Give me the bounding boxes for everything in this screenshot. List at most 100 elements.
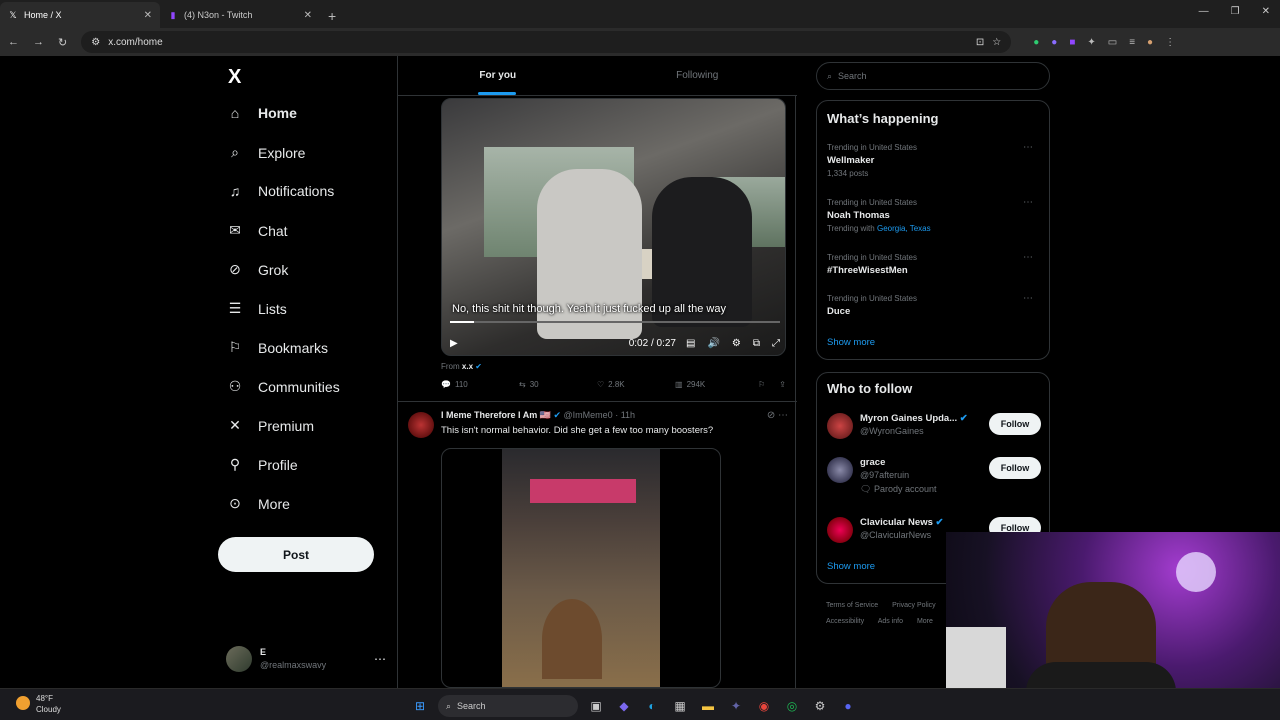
share-icon[interactable]: ⇪: [779, 380, 786, 389]
bookmark-icon[interactable]: ⚐: [758, 380, 765, 389]
account-switcher[interactable]: E @realmaxswavy ⋯: [226, 644, 386, 674]
nav-grok[interactable]: ⊘ Grok: [226, 261, 288, 278]
search-input[interactable]: ⌕ Search: [816, 62, 1050, 90]
nav-profile[interactable]: ⚲ Profile: [226, 456, 298, 473]
taskbar-search[interactable]: ⌕ Search: [438, 695, 578, 717]
star-icon[interactable]: ☆: [992, 37, 1001, 48]
site-info-icon[interactable]: ⚙: [91, 37, 100, 48]
like-count: 2.8K: [608, 380, 625, 389]
file-explorer-icon[interactable]: ▬: [698, 696, 718, 716]
volume-icon[interactable]: 🔊: [707, 338, 719, 349]
copilot-icon[interactable]: ◆: [614, 696, 634, 716]
steam-icon[interactable]: ⚙: [810, 696, 830, 716]
browser-tab-twitch[interactable]: ▮ (4) N3on - Twitch ✕: [160, 2, 320, 28]
close-window-icon[interactable]: ✕: [1262, 6, 1270, 17]
repost-button[interactable]: ⇆ 30: [519, 380, 597, 389]
install-icon[interactable]: ⊡: [976, 37, 984, 48]
weather-widget[interactable]: 48°F Cloudy: [16, 693, 61, 715]
follow-suggestion[interactable]: Myron Gaines Upda... ✔ @WyronGaines Foll…: [827, 413, 1041, 447]
more-circle-icon: ⊙: [229, 495, 241, 511]
spotify-icon[interactable]: ◎: [782, 696, 802, 716]
footer-link[interactable]: Terms of Service: [826, 602, 878, 609]
more-dots-icon[interactable]: ⋯: [1023, 196, 1033, 209]
follow-suggestion[interactable]: grace @97afteruin 🗨 Parody account Follo…: [827, 457, 1041, 497]
tab-for-you[interactable]: For you: [398, 56, 598, 95]
play-icon[interactable]: ▶: [450, 338, 458, 349]
profile-avatar-icon[interactable]: ●: [1147, 37, 1153, 48]
source-name[interactable]: x.x: [462, 362, 473, 371]
chrome-icon[interactable]: ◉: [754, 696, 774, 716]
new-tab-icon[interactable]: +: [320, 8, 344, 28]
edge-icon[interactable]: ◐: [642, 696, 662, 716]
post-time[interactable]: 11h: [621, 410, 635, 420]
footer-link[interactable]: More: [917, 618, 933, 625]
show-more-link[interactable]: Show more: [827, 337, 875, 348]
trend-with-link[interactable]: Georgia, Texas: [877, 224, 931, 233]
nav-chat[interactable]: ✉ Chat: [226, 222, 287, 239]
follow-button[interactable]: Follow: [989, 413, 1041, 435]
more-dots-icon[interactable]: ⋯: [1023, 292, 1033, 305]
task-view-icon[interactable]: ▣: [586, 696, 606, 716]
tab-following[interactable]: Following: [598, 56, 798, 95]
restore-icon[interactable]: ❐: [1231, 6, 1240, 17]
forward-icon[interactable]: →: [33, 36, 44, 48]
nav-lists[interactable]: ☰ Lists: [226, 300, 287, 317]
more-dots-icon[interactable]: ⋯: [374, 652, 386, 666]
discord-icon[interactable]: ●: [838, 696, 858, 716]
more-dots-icon[interactable]: ⋯: [1023, 141, 1033, 154]
tweet-media[interactable]: [441, 448, 721, 688]
reply-button[interactable]: 💬 110: [441, 380, 519, 389]
grok-icon[interactable]: ⊘: [767, 410, 775, 421]
more-dots-icon[interactable]: ⋯: [778, 410, 788, 421]
extension-icon[interactable]: ■: [1069, 37, 1075, 48]
pip-icon[interactable]: ⧉: [753, 338, 760, 349]
nav-home[interactable]: ⌂ Home: [226, 105, 297, 121]
reload-icon[interactable]: ↻: [58, 36, 67, 49]
close-tab-icon[interactable]: ✕: [304, 10, 312, 21]
author-name[interactable]: I Meme Therefore I Am: [441, 410, 537, 420]
menu-icon[interactable]: ≡: [1129, 37, 1135, 48]
windows-start-icon[interactable]: ⊞: [410, 696, 430, 716]
extension-icon[interactable]: ●: [1033, 37, 1039, 48]
teams-icon[interactable]: ✦: [726, 696, 746, 716]
trend-item[interactable]: Trending in United States #ThreeWisestMe…: [827, 251, 1041, 277]
captions-icon[interactable]: ▤: [686, 338, 695, 349]
minimize-icon[interactable]: —: [1199, 6, 1209, 17]
close-tab-icon[interactable]: ✕: [144, 10, 152, 21]
footer-link[interactable]: Ads info: [878, 618, 903, 625]
sidebar-icon[interactable]: ▭: [1108, 37, 1117, 48]
footer-link[interactable]: Privacy Policy: [892, 602, 936, 609]
kebab-menu-icon[interactable]: ⋮: [1165, 37, 1175, 48]
address-bar[interactable]: ⚙ x.com/home ⊡ ☆: [81, 31, 1012, 53]
show-more-link[interactable]: Show more: [827, 561, 875, 572]
nav-communities[interactable]: ⚇ Communities: [226, 378, 340, 395]
extension-icon[interactable]: ●: [1051, 37, 1057, 48]
author-handle[interactable]: @ImMeme0: [564, 410, 613, 420]
x-logo[interactable]: X: [228, 66, 241, 89]
views-button[interactable]: ▥ 294K: [675, 380, 753, 389]
nav-notifications[interactable]: ♫ Notifications: [226, 183, 335, 199]
video-player[interactable]: No, this shit hit though. Yeah it just f…: [441, 98, 786, 356]
follow-button[interactable]: Follow: [989, 457, 1041, 479]
avatar[interactable]: [408, 412, 434, 438]
video-progress-bar[interactable]: [450, 321, 780, 323]
like-button[interactable]: ♡ 2.8K: [597, 380, 675, 389]
settings-icon[interactable]: ⚙: [732, 338, 741, 349]
store-icon[interactable]: ▦: [670, 696, 690, 716]
fullscreen-icon[interactable]: ⤢: [772, 338, 780, 349]
trend-item[interactable]: Trending in United States Noah Thomas Tr…: [827, 196, 1041, 235]
more-dots-icon[interactable]: ⋯: [1023, 251, 1033, 264]
trend-item[interactable]: Trending in United States Wellmaker 1,33…: [827, 141, 1041, 180]
trend-name: Noah Thomas: [827, 210, 890, 221]
browser-tab-x-home[interactable]: 𝕏 Home / X ✕: [0, 2, 160, 28]
taskbar: 48°F Cloudy ⊞ ⌕ Search ▣ ◆ ◐ ▦ ▬ ✦ ◉ ◎ ⚙ …: [0, 688, 1280, 720]
nav-explore[interactable]: ⌕ Explore: [226, 144, 305, 161]
trend-item[interactable]: Trending in United States Duce ⋯: [827, 292, 1041, 318]
footer-link[interactable]: Accessibility: [826, 618, 864, 625]
puzzle-icon[interactable]: ✦: [1087, 37, 1095, 48]
post-button[interactable]: Post: [218, 537, 374, 572]
nav-more[interactable]: ⊙ More: [226, 495, 290, 512]
nav-premium[interactable]: ✕ Premium: [226, 417, 314, 434]
back-icon[interactable]: ←: [8, 36, 19, 48]
nav-bookmarks[interactable]: ⚐ Bookmarks: [226, 339, 328, 356]
